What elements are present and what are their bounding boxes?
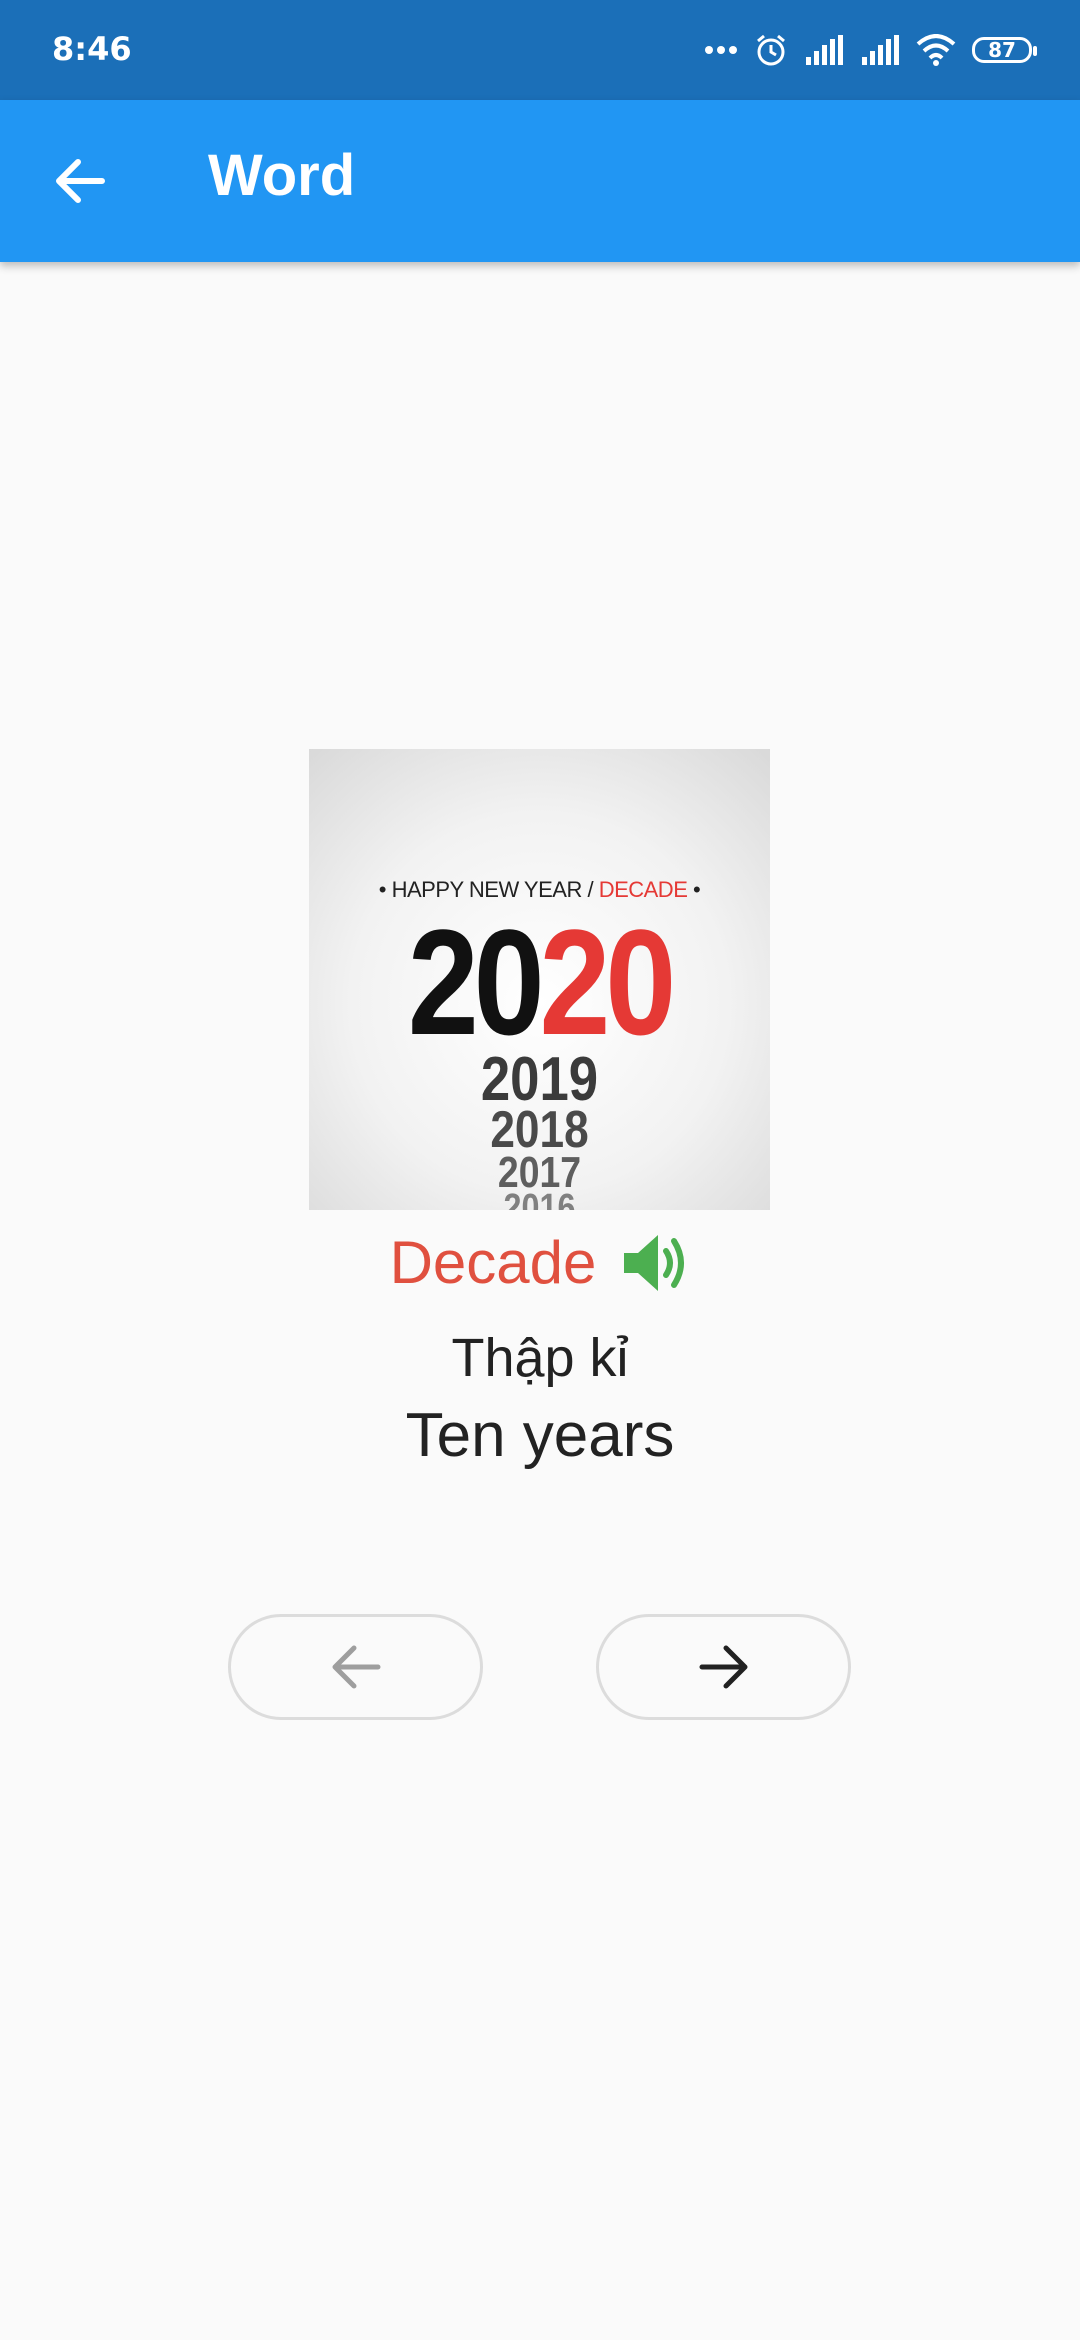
battery-level: 87 xyxy=(988,38,1016,62)
word-image: • HAPPY NEW YEAR / DECADE • 2020 2019 20… xyxy=(309,749,770,1210)
word-definition: Ten years xyxy=(405,1401,675,1470)
image-main-year-right: 20 xyxy=(539,898,677,1066)
alarm-icon xyxy=(757,34,785,66)
image-caption-suffix: • xyxy=(687,877,701,902)
next-word-button[interactable] xyxy=(596,1614,851,1720)
app-bar: Word xyxy=(0,100,1080,262)
page-title: Word xyxy=(208,143,356,208)
battery-icon: 87 xyxy=(972,37,1037,63)
status-icons: 87 xyxy=(704,28,1037,72)
wifi-icon xyxy=(916,34,956,66)
more-dots-icon xyxy=(705,46,737,54)
word-row: Decade xyxy=(0,1228,1080,1297)
image-year-2016: 2016 xyxy=(503,1187,576,1210)
image-main-year-left: 20 xyxy=(407,898,545,1066)
image-main-year: 2020 xyxy=(344,907,736,1057)
status-time: 8:46 xyxy=(52,30,132,68)
word-translation: Thập kỉ xyxy=(451,1328,629,1388)
status-bar: 8:46 87 xyxy=(0,0,1080,100)
back-button[interactable] xyxy=(40,141,120,221)
arrow-left-icon xyxy=(332,1645,380,1689)
signal-icon xyxy=(806,35,843,65)
signal-icon xyxy=(862,35,899,65)
previous-word-button[interactable] xyxy=(228,1614,483,1720)
arrow-right-icon xyxy=(699,1645,747,1689)
volume-up-icon[interactable] xyxy=(620,1231,690,1295)
word-term: Decade xyxy=(389,1229,597,1296)
arrow-back-icon xyxy=(56,159,105,203)
